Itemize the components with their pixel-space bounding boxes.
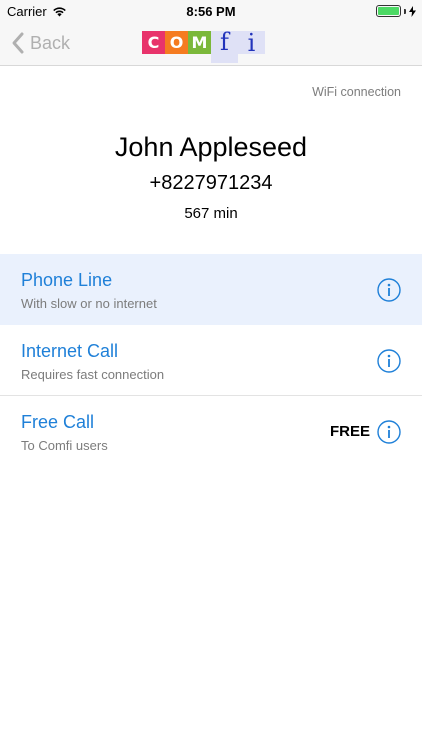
battery-indicator <box>376 5 416 17</box>
logo-letter-f: f <box>211 28 238 63</box>
call-options-screen: Carrier 8:56 PM Back C O M f i WiFi conn… <box>0 0 422 750</box>
logo-letter-m: M <box>188 31 211 54</box>
remaining-minutes: 567 min <box>184 205 238 222</box>
logo-letter-c: C <box>142 31 165 54</box>
status-bar: Carrier 8:56 PM <box>0 0 422 22</box>
option-title: Free Call <box>21 412 95 432</box>
option-price: FREE <box>329 423 370 440</box>
option-subtitle: To Comfi users <box>21 438 108 453</box>
info-icon[interactable] <box>377 420 401 444</box>
option-phone-line[interactable]: Phone Line With slow or no internet <box>0 254 422 325</box>
option-title: Phone Line <box>21 270 113 290</box>
contact-name: John Appleseed <box>114 132 308 162</box>
option-internet-call[interactable]: Internet Call Requires fast connection <box>0 325 422 396</box>
charging-bolt-icon <box>409 5 416 17</box>
logo-letter-i: i <box>238 29 265 57</box>
contact-phone: +8227971234 <box>149 172 273 194</box>
option-title: Internet Call <box>21 341 119 361</box>
status-time: 8:56 PM <box>186 4 236 19</box>
logo-letter-o: O <box>165 31 188 54</box>
chevron-left-icon <box>12 32 24 54</box>
option-free-call[interactable]: Free Call To Comfi users FREE <box>0 396 422 467</box>
navigation-bar: Back C O M f i <box>0 22 422 66</box>
comfi-logo: C O M f i <box>142 28 265 71</box>
connection-status-label: WiFi connection <box>312 85 401 99</box>
info-icon[interactable] <box>377 278 401 302</box>
back-button[interactable]: Back <box>10 31 70 55</box>
option-subtitle: Requires fast connection <box>21 367 165 382</box>
option-subtitle: With slow or no internet <box>21 296 157 311</box>
back-label: Back <box>30 32 71 53</box>
battery-icon <box>376 5 401 17</box>
call-options-list: Phone Line With slow or no internet Inte… <box>0 254 422 467</box>
info-icon[interactable] <box>377 349 401 373</box>
